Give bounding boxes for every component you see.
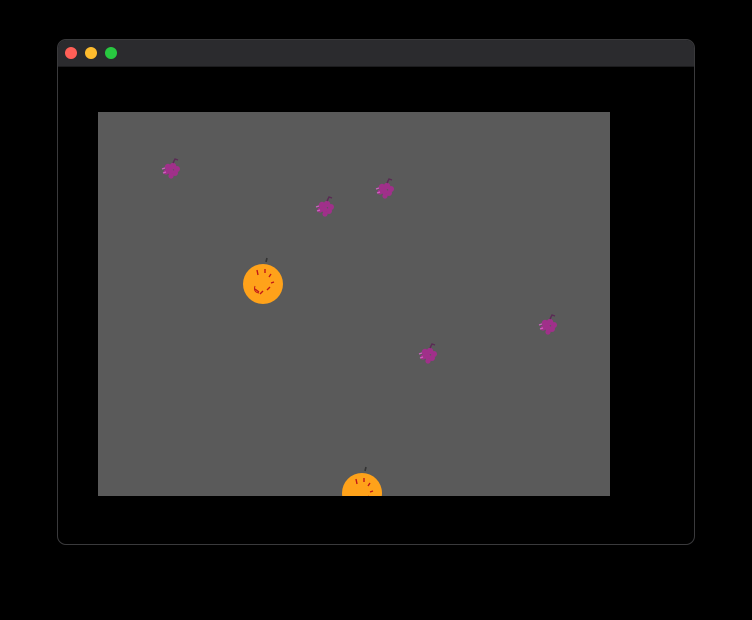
orange-fruit-icon[interactable] <box>340 465 384 496</box>
grape-bunch-icon[interactable] <box>536 313 562 337</box>
close-button[interactable] <box>65 47 77 59</box>
zoom-button[interactable] <box>105 47 117 59</box>
grape-bunch-icon[interactable] <box>373 177 399 201</box>
app-window <box>57 39 695 545</box>
grape-bunch-icon[interactable] <box>416 342 442 366</box>
game-canvas[interactable] <box>98 112 610 496</box>
grape-bunch-icon[interactable] <box>159 157 185 181</box>
title-bar[interactable] <box>58 40 694 67</box>
minimize-button[interactable] <box>85 47 97 59</box>
grape-bunch-icon[interactable] <box>313 195 339 219</box>
orange-fruit-icon[interactable] <box>241 256 285 306</box>
